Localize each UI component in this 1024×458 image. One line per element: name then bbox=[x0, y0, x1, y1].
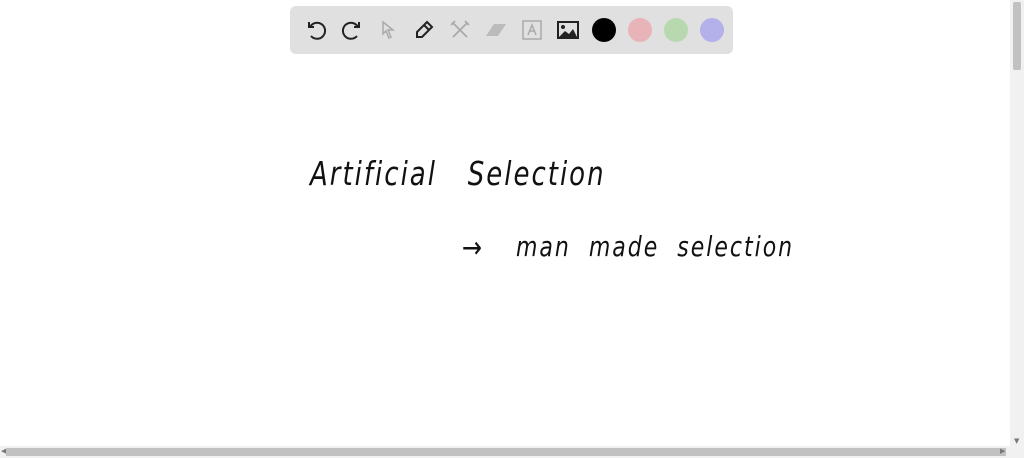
color-black[interactable] bbox=[586, 12, 622, 48]
color-purple[interactable] bbox=[694, 12, 730, 48]
undo-button[interactable] bbox=[298, 12, 334, 48]
pen-button[interactable] bbox=[406, 12, 442, 48]
handwritten-title: Artificial Selection bbox=[310, 156, 606, 194]
image-icon bbox=[557, 21, 579, 39]
color-pink[interactable] bbox=[622, 12, 658, 48]
color-swatch bbox=[664, 18, 688, 42]
vertical-scrollbar[interactable]: ▼ bbox=[1010, 0, 1024, 446]
tools-icon bbox=[450, 20, 470, 38]
pen-icon bbox=[416, 20, 434, 38]
handwritten-definition: man made selection bbox=[516, 232, 795, 264]
color-swatch bbox=[592, 18, 616, 42]
redo-button[interactable] bbox=[334, 12, 370, 48]
redo-icon bbox=[341, 21, 360, 40]
text-button[interactable] bbox=[514, 12, 550, 48]
text-icon bbox=[522, 20, 542, 40]
drawing-toolbar bbox=[290, 6, 733, 54]
eraser-icon bbox=[486, 24, 506, 36]
horizontal-scrollbar[interactable]: ◀ ▶ bbox=[0, 446, 1024, 458]
eraser-button[interactable] bbox=[478, 12, 514, 48]
undo-icon bbox=[308, 21, 327, 40]
image-button[interactable] bbox=[550, 12, 586, 48]
color-green[interactable] bbox=[658, 12, 694, 48]
color-swatch bbox=[700, 18, 724, 42]
horizontal-scroll-thumb[interactable] bbox=[6, 448, 1006, 456]
scroll-right-icon[interactable]: ▶ bbox=[1000, 447, 1005, 455]
tools-button[interactable] bbox=[442, 12, 478, 48]
scroll-down-icon[interactable]: ▼ bbox=[1014, 437, 1019, 445]
select-button[interactable] bbox=[370, 12, 406, 48]
color-swatch bbox=[628, 18, 652, 42]
select-icon bbox=[382, 20, 396, 40]
handwritten-arrow: → bbox=[462, 230, 485, 265]
vertical-scroll-thumb[interactable] bbox=[1013, 2, 1021, 70]
